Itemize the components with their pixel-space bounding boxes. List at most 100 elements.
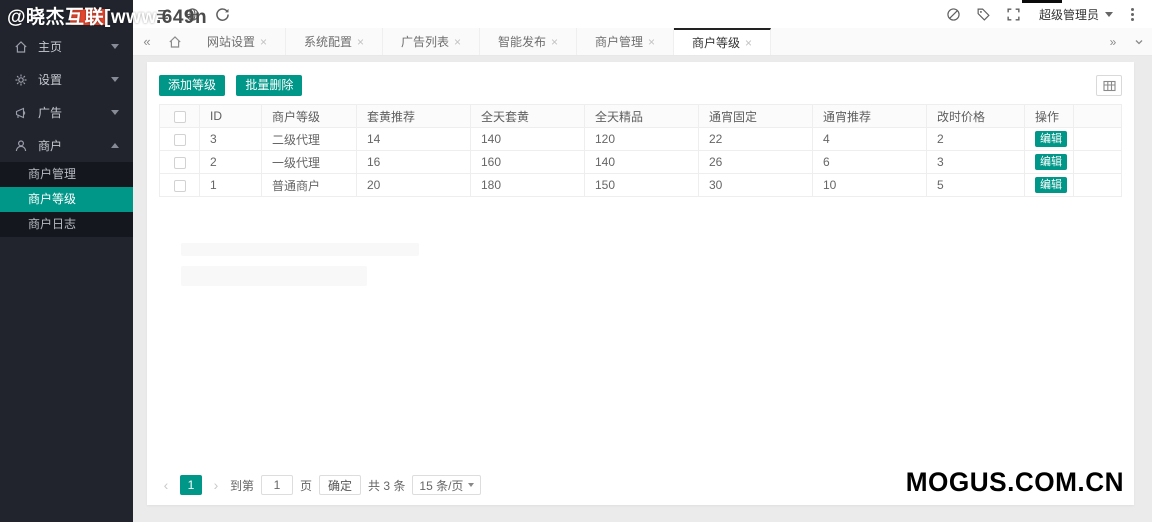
more-menu-icon[interactable]	[1123, 8, 1142, 21]
site-watermark: MOGUS.COM.CN	[906, 467, 1124, 498]
sidebar-item-商户[interactable]: 商户	[0, 129, 133, 162]
table-cell: 14	[357, 128, 471, 151]
merchant-level-table: ID商户等级套黄推荐全天套黄全天精品通宵固定通宵推荐改时价格操作 3二级代理14…	[159, 104, 1122, 197]
tab-label: 网站设置	[207, 33, 255, 50]
table-cell: 6	[813, 151, 927, 174]
table-cell: 120	[585, 128, 699, 151]
table-cell: 2	[927, 128, 1025, 151]
home-tab-icon[interactable]	[161, 28, 189, 55]
sidebar-subitem-商户管理[interactable]: 商户管理	[0, 162, 133, 187]
table-cell: 10	[813, 174, 927, 197]
user-label: 超级管理员	[1039, 6, 1099, 23]
caret-down-icon	[111, 110, 119, 115]
close-icon[interactable]: ×	[357, 35, 364, 49]
corner-watermark-left: @晓杰互联[www	[7, 7, 156, 28]
user-icon	[14, 139, 28, 153]
fullscreen-icon[interactable]	[999, 0, 1029, 28]
current-page-button[interactable]: 1	[180, 475, 202, 495]
column-header-商户等级: 商户等级	[262, 105, 357, 128]
edit-button[interactable]: 编辑	[1035, 154, 1067, 170]
chevron-down-icon	[1105, 12, 1113, 17]
tabs-dropdown-icon[interactable]	[1126, 28, 1152, 55]
close-icon[interactable]: ×	[745, 36, 752, 50]
row-actions: 编辑删除	[1025, 128, 1074, 151]
column-header-ID: ID	[200, 105, 262, 128]
select-all-checkbox[interactable]	[174, 111, 186, 123]
faint-watermark-artifact	[181, 243, 419, 256]
add-level-button[interactable]: 添加等级	[159, 75, 225, 96]
tabs-scroll-left-button[interactable]: «	[133, 28, 161, 55]
faint-watermark-artifact	[181, 266, 367, 286]
column-header-通宵推荐: 通宵推荐	[813, 105, 927, 128]
batch-delete-button[interactable]: 批量删除	[236, 75, 302, 96]
table-toolbar: 添加等级 批量删除	[159, 75, 310, 96]
sidebar-subitem-商户等级[interactable]: 商户等级	[0, 187, 133, 212]
table-cell: 二级代理	[262, 128, 357, 151]
tabs-container: 网站设置×系统配置×广告列表×智能发布×商户管理×商户等级×	[189, 28, 771, 55]
next-page-button[interactable]: ›	[209, 477, 223, 493]
top-black-bar-artifact	[1022, 0, 1062, 3]
tab-商户等级[interactable]: 商户等级×	[674, 28, 771, 55]
table-cell: 180	[471, 174, 585, 197]
table-cell: 22	[699, 128, 813, 151]
user-dropdown[interactable]: 超级管理员	[1029, 6, 1123, 23]
tabs-scroll-right-button[interactable]: »	[1100, 28, 1126, 55]
tab-系统配置[interactable]: 系统配置×	[286, 28, 383, 55]
column-header-改时价格: 改时价格	[927, 105, 1025, 128]
tab-商户管理[interactable]: 商户管理×	[577, 28, 674, 55]
gear-icon	[14, 73, 28, 87]
sidebar: 主页设置广告商户商户管理商户等级商户日志	[0, 0, 133, 522]
clear-cache-icon[interactable]	[939, 0, 969, 28]
table-cell: 20	[357, 174, 471, 197]
tab-label: 智能发布	[498, 33, 546, 50]
tab-智能发布[interactable]: 智能发布 ×	[480, 28, 577, 55]
sidebar-item-主页[interactable]: 主页	[0, 30, 133, 63]
table-cell: 16	[357, 151, 471, 174]
sidebar-subitem-商户日志[interactable]: 商户日志	[0, 212, 133, 237]
pagination: ‹ 1 › 到第 页 确定 共 3 条 15 条/页	[159, 475, 481, 495]
tag-icon[interactable]	[969, 0, 999, 28]
top-header: 超级管理员	[133, 0, 1152, 28]
refresh-icon[interactable]	[207, 0, 237, 28]
table-row: 3二级代理141401202242编辑删除	[160, 128, 1122, 151]
caret-down-icon	[111, 77, 119, 82]
sidebar-item-label: 广告	[38, 104, 111, 121]
edit-button[interactable]: 编辑	[1035, 131, 1067, 147]
header-right: 超级管理员	[939, 0, 1142, 28]
table-cell: 26	[699, 151, 813, 174]
close-icon[interactable]: ×	[260, 35, 267, 49]
row-checkbox[interactable]	[174, 134, 186, 146]
chevron-down-icon	[468, 483, 474, 487]
tab-广告列表[interactable]: 广告列表 ×	[383, 28, 480, 55]
sidebar-item-label: 设置	[38, 71, 111, 88]
column-header-通宵固定: 通宵固定	[699, 105, 813, 128]
close-icon[interactable]: ×	[648, 35, 655, 49]
prev-page-button[interactable]: ‹	[159, 477, 173, 493]
tab-网站设置[interactable]: 网站设置 ×	[189, 28, 286, 55]
table-header-row: ID商户等级套黄推荐全天套黄全天精品通宵固定通宵推荐改时价格操作	[160, 105, 1122, 128]
edit-button[interactable]: 编辑	[1035, 177, 1067, 193]
sidebar-menu: 主页设置广告商户商户管理商户等级商户日志	[0, 30, 133, 237]
column-filter-button[interactable]	[1096, 75, 1122, 96]
tab-label: 广告列表	[401, 33, 449, 50]
row-checkbox[interactable]	[174, 180, 186, 192]
page-size-select[interactable]: 15 条/页	[412, 475, 481, 495]
sidebar-item-设置[interactable]: 设置	[0, 63, 133, 96]
table-cell: 4	[813, 128, 927, 151]
tab-bar: « 网站设置×系统配置×广告列表×智能发布×商户管理×商户等级× »	[133, 28, 1152, 56]
table-cell-spacer	[1073, 174, 1122, 197]
close-icon[interactable]: ×	[551, 35, 558, 49]
table-cell: 140	[471, 128, 585, 151]
sidebar-item-广告[interactable]: 广告	[0, 96, 133, 129]
column-header-套黄推荐: 套黄推荐	[357, 105, 471, 128]
sidebar-item-label: 主页	[38, 38, 111, 55]
table-cell: 一级代理	[262, 151, 357, 174]
row-checkbox[interactable]	[174, 157, 186, 169]
table-row: 2一级代理161601402663编辑删除	[160, 151, 1122, 174]
goto-page-input[interactable]	[261, 475, 293, 495]
ad-icon	[14, 106, 28, 120]
table-cell: 1	[200, 174, 262, 197]
goto-confirm-button[interactable]: 确定	[319, 475, 361, 495]
close-icon[interactable]: ×	[454, 35, 461, 49]
row-actions: 编辑删除	[1025, 174, 1074, 197]
